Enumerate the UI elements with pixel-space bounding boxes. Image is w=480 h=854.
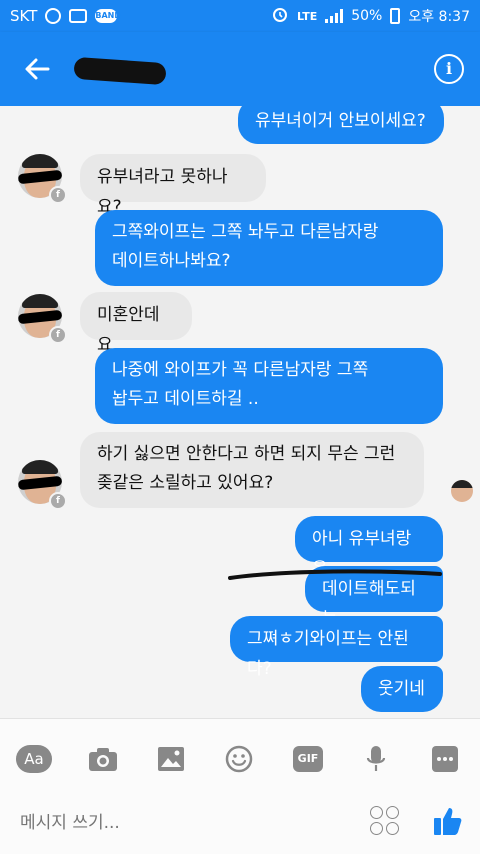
- alarm-icon: [271, 5, 289, 27]
- message-list[interactable]: 유부녀이거 안보이세요? f 유부녀라고 못하나요? 그쪽와이프는 그쪽 놔두고…: [0, 106, 480, 718]
- network-type-label: LTE: [297, 9, 318, 23]
- messenger-badge-icon: f: [49, 492, 67, 510]
- outgoing-message[interactable]: 아니 유부녀랑은: [295, 516, 443, 579]
- gif-button[interactable]: GIF: [290, 741, 326, 777]
- emoji-icon: [225, 745, 253, 773]
- carrier-label: SKT: [10, 7, 38, 25]
- text-style-icon: Aa: [16, 745, 52, 773]
- camera-button[interactable]: [85, 741, 121, 777]
- messenger-badge-icon: f: [49, 326, 67, 344]
- incoming-message[interactable]: 하기 싫으면 안한다고 하면 되지 무슨 그런 좆같은 소릴하고 있어요?: [80, 432, 424, 508]
- info-icon[interactable]: i: [434, 54, 464, 84]
- status-bar: SKT BAND LTE 50% 오후 8:37: [0, 0, 480, 32]
- contact-name-redacted[interactable]: [73, 56, 167, 86]
- battery-percent: 50%: [351, 8, 383, 24]
- signal-strength-icon: [325, 9, 344, 23]
- samsung-s-icon: [45, 8, 62, 24]
- battery-icon: [390, 8, 401, 24]
- composer-toolbar: Aa GIF: [0, 718, 480, 854]
- read-receipt-avatar: [451, 480, 473, 502]
- message-text-line: 하기 싫으면 안한다고 하면 되지 무슨 그런: [97, 444, 396, 464]
- band-app-icon: BAND: [95, 9, 121, 23]
- message-text: 웃기네: [378, 679, 425, 699]
- outgoing-message[interactable]: 웃기네: [361, 666, 443, 712]
- more-button[interactable]: [427, 741, 463, 777]
- thumbs-up-icon[interactable]: [432, 805, 464, 837]
- messenger-badge-icon: f: [49, 186, 67, 204]
- incoming-message[interactable]: 미혼안데요: [80, 292, 192, 355]
- microphone-icon: [366, 746, 386, 771]
- back-arrow-icon[interactable]: [22, 54, 52, 84]
- camera-icon: [89, 748, 117, 771]
- outgoing-message[interactable]: 그쪽와이프는 그쪽 놔두고 다른남자랑 데이트하나봐요?: [95, 210, 443, 286]
- sticker-icon[interactable]: [370, 806, 400, 836]
- outgoing-message[interactable]: 나중에 와이프가 꼭 다른남자랑 그쪽 놥두고 데이트하길 ..: [95, 348, 443, 424]
- emoji-button[interactable]: [221, 741, 257, 777]
- gallery-button[interactable]: [153, 741, 189, 777]
- gallery-notification-icon: [69, 9, 88, 23]
- outgoing-message[interactable]: 유부녀이거 안보이세요?: [238, 106, 444, 144]
- gallery-icon: [158, 747, 184, 771]
- message-text-line: 좆같은 소릴하고 있어요?: [97, 473, 274, 493]
- incoming-message[interactable]: 유부녀라고 못하나요?: [80, 154, 266, 217]
- outgoing-message[interactable]: 그쪄ㅎ기와이프는 안된다?: [230, 616, 443, 679]
- message-text: 유부녀이거 안보이세요?: [255, 111, 426, 131]
- conversation-header: i: [0, 32, 480, 106]
- message-text-line: 그쪽와이프는 그쪽 놔두고 다른남자랑: [112, 222, 379, 242]
- message-input[interactable]: [18, 805, 342, 841]
- message-text-line: 놥두고 데이트하길 ..: [112, 389, 259, 409]
- gif-icon: GIF: [293, 746, 323, 772]
- more-icon: [432, 746, 458, 772]
- text-style-button[interactable]: Aa: [16, 741, 52, 777]
- redaction-scribble: [228, 569, 442, 580]
- message-text-line: 데이트하나봐요?: [112, 251, 231, 271]
- microphone-button[interactable]: [358, 741, 394, 777]
- message-text-line: 나중에 와이프가 꼭 다른남자랑 그쪽: [112, 360, 369, 380]
- clock: 오후 8:37: [408, 9, 470, 25]
